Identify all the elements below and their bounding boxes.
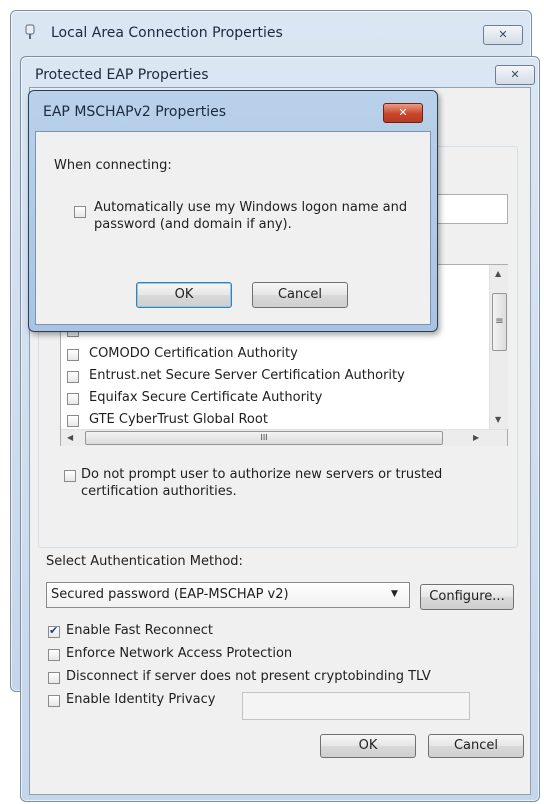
cert-label: Equifax Secure Certificate Authority [89, 390, 323, 405]
when-connecting-label: When connecting: [54, 158, 172, 173]
auto-logon-label: Automatically use my Windows logon name … [94, 200, 408, 215]
close-button[interactable]: ✕ [483, 25, 523, 45]
no-prompt-label-2: certification authorities. [81, 484, 237, 499]
horizontal-scrollbar[interactable]: ◀ III ▶ [61, 429, 507, 446]
network-adapter-icon [25, 24, 35, 40]
close-icon: ✕ [498, 28, 508, 41]
auto-logon-checkbox[interactable] [74, 206, 86, 218]
scroll-left-icon[interactable]: ◀ [67, 433, 73, 443]
scroll-thumb[interactable]: ≡ [492, 293, 507, 351]
close-icon: ✕ [510, 68, 520, 81]
scroll-grip-icon: ≡ [495, 316, 504, 327]
fast-reconnect-checkbox[interactable] [48, 624, 60, 638]
scroll-right-icon[interactable]: ▶ [473, 433, 479, 443]
configure-button[interactable]: Configure... [420, 584, 514, 610]
cert-checkbox[interactable] [67, 371, 79, 383]
chevron-down-icon: ▼ [391, 589, 398, 599]
scroll-up-icon[interactable]: ▲ [495, 269, 501, 279]
no-prompt-checkbox[interactable] [64, 470, 76, 482]
enforce-nap-label: Enforce Network Access Protection [66, 646, 293, 661]
ok-button[interactable]: OK [136, 282, 232, 308]
enforce-nap-checkbox[interactable] [48, 649, 60, 661]
close-button[interactable]: ✕ [383, 103, 423, 123]
cancel-button[interactable]: Cancel [428, 734, 524, 758]
cert-checkbox[interactable] [67, 393, 79, 405]
cryptobinding-label: Disconnect if server does not present cr… [66, 669, 431, 684]
cert-label: COMODO Certification Authority [89, 346, 298, 361]
auto-logon-label-2: password (and domain if any). [94, 217, 292, 232]
identity-privacy-field[interactable] [242, 692, 470, 720]
auth-method-label: Select Authentication Method: [46, 554, 243, 569]
mschapv2-client-area: When connecting: Automatically use my Wi… [35, 131, 431, 325]
cert-checkbox[interactable] [67, 349, 79, 361]
cert-label: GTE CyberTrust Global Root [89, 412, 268, 427]
fast-reconnect-label: Enable Fast Reconnect [66, 623, 213, 638]
vertical-scrollbar[interactable]: ▲ ≡ ▼ [489, 265, 508, 429]
window-title: Protected EAP Properties [35, 67, 209, 83]
scroll-grip-icon: III [260, 433, 268, 442]
auth-method-select[interactable]: Secured password (EAP-MSCHAP v2) ▼ [46, 582, 410, 608]
cryptobinding-checkbox[interactable] [48, 672, 60, 684]
auth-method-value: Secured password (EAP-MSCHAP v2) [51, 587, 289, 602]
scroll-down-icon[interactable]: ▼ [495, 415, 501, 425]
identity-privacy-checkbox[interactable] [48, 695, 60, 707]
scroll-thumb[interactable]: III [85, 431, 443, 445]
cancel-button[interactable]: Cancel [252, 282, 348, 308]
close-button[interactable]: ✕ [495, 65, 535, 85]
no-prompt-label: Do not prompt user to authorize new serv… [81, 467, 443, 482]
window-title: EAP MSCHAPv2 Properties [43, 104, 226, 120]
cert-checkbox[interactable] [67, 415, 79, 427]
identity-privacy-label: Enable Identity Privacy [66, 692, 216, 707]
ok-button[interactable]: OK [320, 734, 416, 758]
cert-label: Entrust.net Secure Server Certification … [89, 368, 405, 383]
close-icon: ✕ [398, 106, 408, 119]
mschapv2-dialog: EAP MSCHAPv2 Properties ✕ When connectin… [28, 90, 438, 332]
window-title: Local Area Connection Properties [51, 25, 283, 41]
